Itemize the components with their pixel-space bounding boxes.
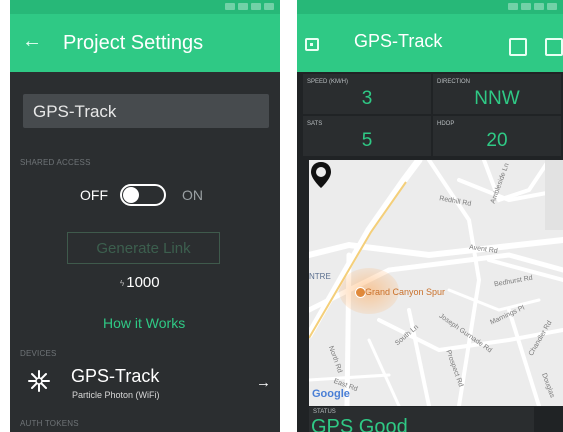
poi-label: Grand Canyon Spur <box>365 287 446 297</box>
speed-label: SPEED (KM/H) <box>307 79 349 85</box>
toggle-off-label: OFF <box>80 187 108 203</box>
google-logo: Google <box>312 388 350 400</box>
project-name-value: GPS-Track <box>33 102 117 121</box>
device-type: Particle Photon (WiFi) <box>72 390 160 400</box>
shared-access-toggle-row: OFF ON <box>10 184 280 208</box>
sats-label: SATS <box>307 121 323 127</box>
dashboard-icon[interactable] <box>305 38 319 51</box>
device-chip-icon[interactable] <box>509 38 527 56</box>
direction-value: NNW <box>474 88 520 109</box>
status-icons <box>225 3 274 11</box>
how-it-works-link[interactable]: How it Works <box>103 315 185 331</box>
sats-value: 5 <box>361 130 373 151</box>
particle-device-icon <box>28 370 50 392</box>
status-bar <box>297 0 563 14</box>
auth-tokens-label: AUTH TOKENS <box>20 419 79 428</box>
energy-cost-value: 1000 <box>126 274 160 291</box>
energy-cost: ϟ 1000 <box>120 274 160 291</box>
generate-link-button[interactable]: Generate Link <box>67 232 220 264</box>
devices-label: DEVICES <box>20 349 57 358</box>
device-row[interactable]: GPS-Track Particle Photon (WiFi) → <box>10 360 280 412</box>
back-arrow-icon[interactable]: ← <box>22 30 42 53</box>
status-icons <box>508 3 557 11</box>
app-bar: GPS-Track <box>297 14 563 72</box>
page-title: GPS-Track <box>354 31 443 51</box>
sats-display[interactable]: SATS 5 <box>303 116 431 156</box>
page-title: Project Settings <box>63 32 204 54</box>
status-bar <box>10 0 280 14</box>
area-label: NTRE <box>309 272 331 281</box>
toggle-on-label: ON <box>182 187 203 203</box>
direction-label: DIRECTION <box>437 79 470 85</box>
status-value: GPS Good <box>311 416 408 432</box>
location-marker-icon[interactable] <box>309 160 333 190</box>
app-bar: ← Project Settings <box>10 14 280 72</box>
device-name: GPS-Track <box>71 366 160 386</box>
stop-icon[interactable] <box>545 38 563 56</box>
hdop-display[interactable]: HDOP 20 <box>433 116 561 156</box>
toggle-knob <box>123 187 139 203</box>
project-settings-screen: ← Project Settings GPS-Track SHARED ACCE… <box>10 0 280 432</box>
hdop-label: HDOP <box>437 121 455 127</box>
arrow-right-icon: → <box>256 374 271 391</box>
direction-display[interactable]: DIRECTION NNW <box>433 74 561 114</box>
hdop-value: 20 <box>486 130 508 151</box>
energy-icon: ϟ <box>120 278 125 288</box>
shared-access-toggle[interactable] <box>120 184 166 206</box>
speed-display[interactable]: SPEED (KM/H) 3 <box>303 74 431 114</box>
status-label: STATUS <box>313 409 336 415</box>
gps-dashboard-screen: GPS-Track SPEED (KM/H) 3 DIRECTION NNW S… <box>297 0 563 432</box>
shared-access-label: SHARED ACCESS <box>20 158 91 167</box>
status-display[interactable]: STATUS GPS Good <box>309 407 534 432</box>
map-widget[interactable]: Redhill Rd Ambleside Ln Avent Rd Bedhurs… <box>309 160 563 406</box>
project-name-input[interactable]: GPS-Track <box>23 94 269 128</box>
speed-value: 3 <box>361 88 373 109</box>
